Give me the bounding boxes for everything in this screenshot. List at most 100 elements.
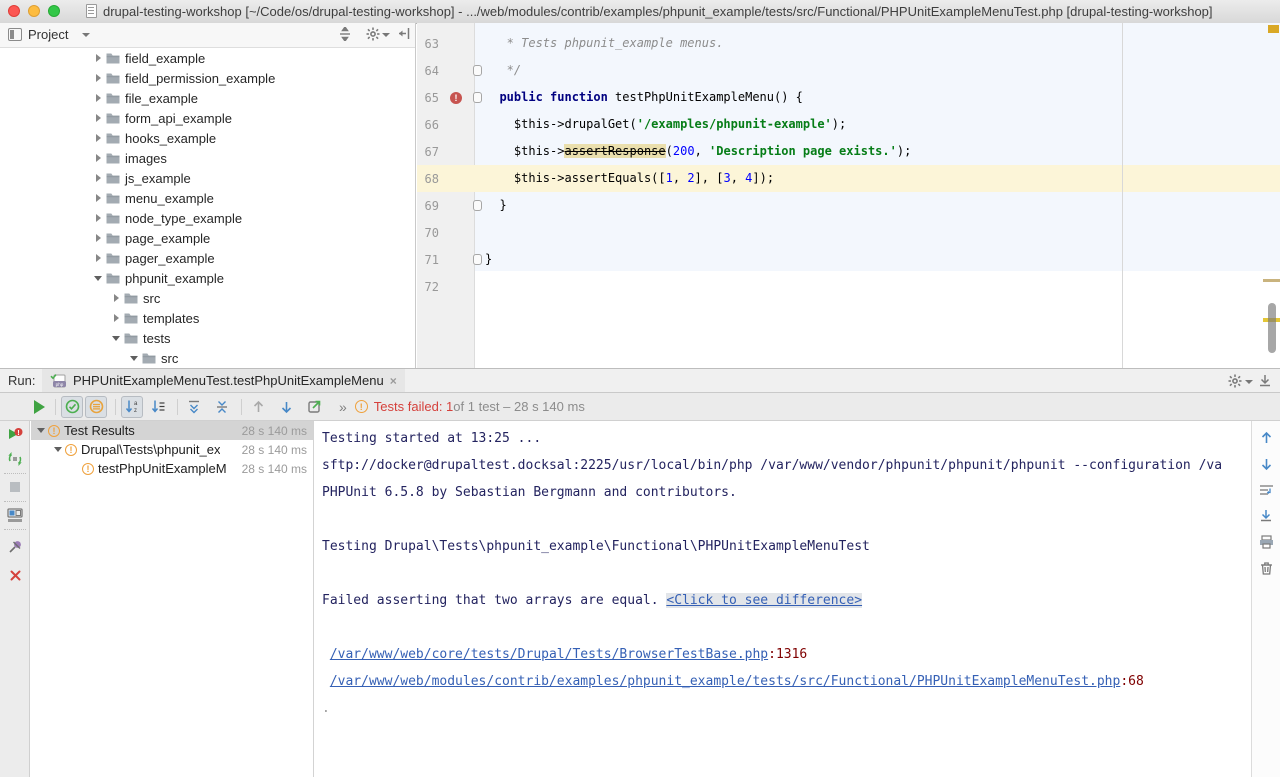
hide-panel-icon[interactable] bbox=[398, 27, 411, 40]
code-line-71[interactable]: 71} bbox=[417, 246, 1280, 273]
line-number[interactable]: 66 bbox=[417, 118, 439, 132]
chevron-right-icon[interactable] bbox=[96, 154, 101, 162]
close-tab-icon[interactable]: × bbox=[390, 374, 397, 388]
scroll-to-end-icon[interactable] bbox=[1252, 509, 1280, 523]
test-console[interactable]: Testing started at 13:25 ...sftp://docke… bbox=[315, 421, 1251, 777]
chevron-down-icon[interactable] bbox=[54, 447, 62, 452]
chevron-right-icon[interactable] bbox=[96, 194, 101, 202]
chevron-right-icon[interactable] bbox=[96, 54, 101, 62]
gear-icon[interactable] bbox=[366, 27, 380, 41]
code-editor[interactable]: 63 * Tests phpunit_example menus.64 */65… bbox=[417, 23, 1280, 368]
code-line-70[interactable]: 70 bbox=[417, 219, 1280, 246]
fullscreen-window-button[interactable] bbox=[48, 5, 60, 17]
chevron-right-icon[interactable] bbox=[96, 214, 101, 222]
error-stripe-summary[interactable] bbox=[1268, 25, 1279, 33]
fold-marker-icon[interactable] bbox=[473, 254, 482, 265]
expand-all-button[interactable] bbox=[183, 396, 205, 418]
line-number[interactable]: 69 bbox=[417, 199, 439, 213]
sort-by-duration-button[interactable] bbox=[147, 396, 169, 418]
tree-item-menu_example[interactable]: menu_example bbox=[0, 188, 415, 208]
close-icon[interactable] bbox=[0, 569, 30, 582]
tree-item-file_example[interactable]: file_example bbox=[0, 88, 415, 108]
code-line-66[interactable]: 66 $this->drupalGet('/examples/phpunit-e… bbox=[417, 111, 1280, 138]
chevron-down-icon[interactable] bbox=[130, 356, 138, 361]
tree-item-templates[interactable]: templates bbox=[0, 308, 415, 328]
code-line-63[interactable]: 63 * Tests phpunit_example menus. bbox=[417, 30, 1280, 57]
console-hyperlink[interactable]: <Click to see difference> bbox=[666, 593, 862, 608]
chevron-right-icon[interactable] bbox=[96, 234, 101, 242]
error-stripe-mark[interactable] bbox=[1263, 279, 1280, 282]
collapse-all-button[interactable] bbox=[211, 396, 233, 418]
code-line-69[interactable]: 69 } bbox=[417, 192, 1280, 219]
chevron-right-icon[interactable] bbox=[96, 174, 101, 182]
rerun-failed-tests-icon[interactable]: ! bbox=[0, 427, 30, 443]
tree-item-src[interactable]: src bbox=[0, 288, 415, 308]
code-line-67[interactable]: 67 $this->assertResponse(200, 'Descripti… bbox=[417, 138, 1280, 165]
line-number[interactable]: 70 bbox=[417, 226, 439, 240]
chevron-right-icon[interactable] bbox=[96, 254, 101, 262]
line-number[interactable]: 72 bbox=[417, 280, 439, 294]
tree-item-images[interactable]: images bbox=[0, 148, 415, 168]
chevron-down-icon[interactable] bbox=[37, 428, 45, 433]
chevron-down-icon[interactable] bbox=[112, 336, 120, 341]
console-hyperlink[interactable]: /var/www/web/modules/contrib/examples/ph… bbox=[330, 674, 1121, 689]
fold-marker-icon[interactable] bbox=[473, 92, 482, 103]
project-panel-title[interactable]: Project bbox=[28, 27, 68, 42]
collapse-all-icon[interactable] bbox=[338, 27, 352, 41]
chevron-right-icon[interactable] bbox=[96, 74, 101, 82]
line-number[interactable]: 64 bbox=[417, 64, 439, 78]
more-actions-chevrons[interactable]: » bbox=[339, 399, 347, 415]
editor-scrollbar-thumb[interactable] bbox=[1268, 303, 1276, 353]
code-line-64[interactable]: 64 */ bbox=[417, 57, 1280, 84]
tree-item-src[interactable]: src bbox=[0, 348, 415, 368]
tree-item-form_api_example[interactable]: form_api_example bbox=[0, 108, 415, 128]
show-ignored-toggle[interactable] bbox=[85, 396, 107, 418]
tree-item-page_example[interactable]: page_example bbox=[0, 228, 415, 248]
chevron-right-icon[interactable] bbox=[114, 294, 119, 302]
line-number[interactable]: 65 bbox=[417, 91, 439, 105]
export-test-results-button[interactable] bbox=[303, 396, 325, 418]
code-line-65[interactable]: 65! public function testPhpUnitExampleMe… bbox=[417, 84, 1280, 111]
tree-item-field_example[interactable]: field_example bbox=[0, 48, 415, 68]
chevron-right-icon[interactable] bbox=[96, 114, 101, 122]
rerun-button[interactable] bbox=[28, 396, 50, 418]
up-stack-trace-icon[interactable] bbox=[1252, 431, 1280, 445]
gear-icon[interactable] bbox=[1228, 374, 1242, 388]
tree-item-node_type_example[interactable]: node_type_example bbox=[0, 208, 415, 228]
pin-tab-icon[interactable] bbox=[0, 539, 30, 554]
code-line-68[interactable]: 68 $this->assertEquals([1, 2], [3, 4]); bbox=[417, 165, 1280, 192]
tree-item-field_permission_example[interactable]: field_permission_example bbox=[0, 68, 415, 88]
console-hyperlink[interactable]: /var/www/web/core/tests/Drupal/Tests/Bro… bbox=[330, 647, 768, 662]
minimize-window-button[interactable] bbox=[28, 5, 40, 17]
tree-item-phpunit_example[interactable]: phpunit_example bbox=[0, 268, 415, 288]
line-number[interactable]: 71 bbox=[417, 253, 439, 267]
soft-wrap-icon[interactable] bbox=[1252, 483, 1280, 497]
tree-item-hooks_example[interactable]: hooks_example bbox=[0, 128, 415, 148]
print-icon[interactable] bbox=[1252, 535, 1280, 549]
rerun-icon[interactable] bbox=[0, 451, 30, 467]
chevron-right-icon[interactable] bbox=[114, 314, 119, 322]
chevron-right-icon[interactable] bbox=[96, 94, 101, 102]
sort-alphabetically-toggle[interactable]: az bbox=[121, 396, 143, 418]
show-passed-toggle[interactable] bbox=[61, 396, 83, 418]
close-window-button[interactable] bbox=[8, 5, 20, 17]
fold-marker-icon[interactable] bbox=[473, 200, 482, 211]
previous-failed-test-button[interactable] bbox=[247, 396, 269, 418]
run-config-tab[interactable]: php PHPUnitExampleMenuTest.testPhpUnitEx… bbox=[42, 369, 405, 392]
chevron-down-icon[interactable] bbox=[94, 276, 102, 281]
restore-layout-icon[interactable] bbox=[0, 508, 30, 523]
test-node[interactable]: !Drupal\Tests\phpunit_ex28 s 140 ms bbox=[31, 440, 313, 459]
clear-console-icon[interactable] bbox=[1252, 561, 1280, 575]
test-node[interactable]: !testPhpUnitExampleM28 s 140 ms bbox=[31, 459, 313, 478]
fold-marker-icon[interactable] bbox=[473, 65, 482, 76]
tree-item-js_example[interactable]: js_example bbox=[0, 168, 415, 188]
panel-divider[interactable] bbox=[313, 421, 314, 777]
tree-item-tests[interactable]: tests bbox=[0, 328, 415, 348]
next-failed-test-button[interactable] bbox=[275, 396, 297, 418]
tree-item-pager_example[interactable]: pager_example bbox=[0, 248, 415, 268]
test-node[interactable]: !Test Results28 s 140 ms bbox=[31, 421, 313, 440]
hide-toolwindow-icon[interactable] bbox=[1258, 374, 1272, 388]
line-number[interactable]: 67 bbox=[417, 145, 439, 159]
chevron-right-icon[interactable] bbox=[96, 134, 101, 142]
line-number[interactable]: 68 bbox=[417, 172, 439, 186]
